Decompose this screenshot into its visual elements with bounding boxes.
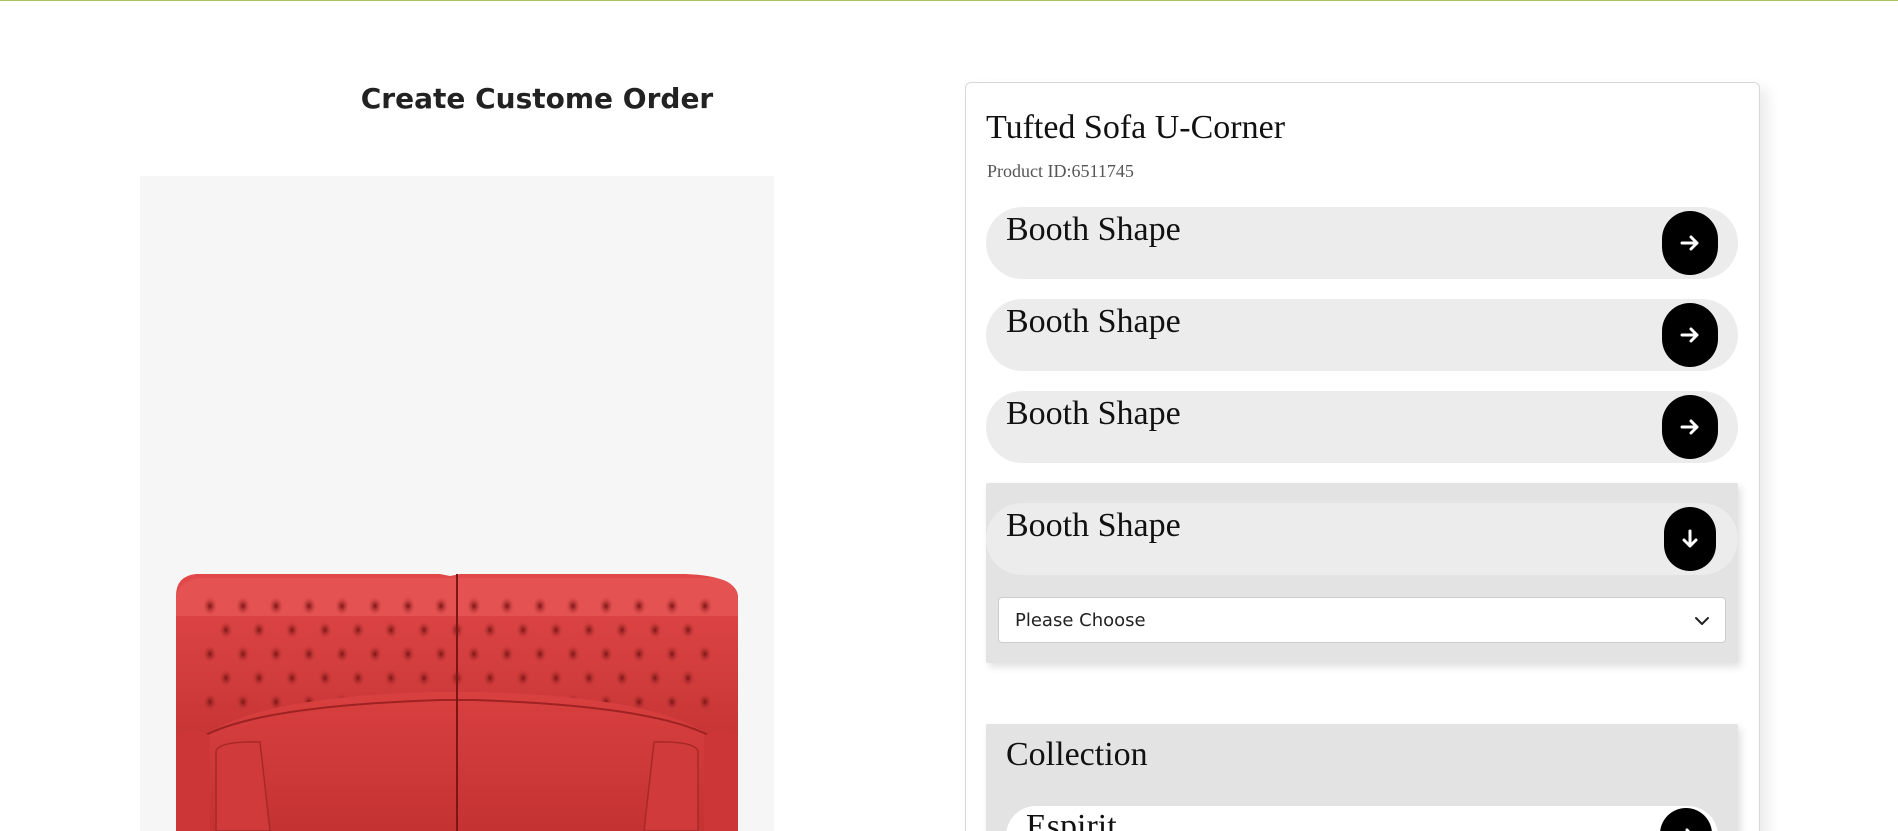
option-booth-shape-2[interactable]: Booth Shape: [986, 299, 1738, 371]
arrow-right-icon[interactable]: [1662, 303, 1718, 367]
select-value: Please Choose: [1015, 610, 1146, 631]
collection-item-label: Espirit: [1026, 808, 1117, 831]
product-image: [140, 176, 774, 831]
product-name: Tufted Sofa U-Corner: [986, 109, 1286, 146]
collection-panel: Collection Espirit: [986, 724, 1738, 831]
option-booth-shape-expanded[interactable]: Booth Shape: [986, 503, 1738, 575]
booth-shape-select[interactable]: Please Choose: [998, 597, 1726, 643]
option-booth-shape-1[interactable]: Booth Shape: [986, 207, 1738, 279]
product-id: Product ID:6511745: [987, 161, 1134, 181]
chevron-down-icon: [1693, 612, 1711, 634]
option-booth-shape-3[interactable]: Booth Shape: [986, 391, 1738, 463]
arrow-right-icon[interactable]: [1660, 808, 1712, 831]
arrow-down-icon[interactable]: [1664, 507, 1716, 571]
arrow-right-icon[interactable]: [1662, 211, 1718, 275]
option-label: Booth Shape: [1006, 211, 1181, 248]
option-label: Booth Shape: [1006, 507, 1181, 544]
option-label: Booth Shape: [1006, 303, 1181, 340]
page-title: Create Custome Order: [360, 82, 714, 115]
expanded-option-panel: Booth Shape Please Choose: [986, 483, 1738, 663]
sofa-image: [176, 574, 738, 831]
arrow-right-icon[interactable]: [1662, 395, 1718, 459]
option-label: Booth Shape: [1006, 395, 1181, 432]
collection-title: Collection: [1006, 736, 1148, 773]
collection-item-espirit[interactable]: Espirit: [1006, 806, 1718, 831]
order-card: Tufted Sofa U-Corner Product ID:6511745 …: [965, 82, 1760, 831]
top-accent-rule: [0, 0, 1898, 1]
